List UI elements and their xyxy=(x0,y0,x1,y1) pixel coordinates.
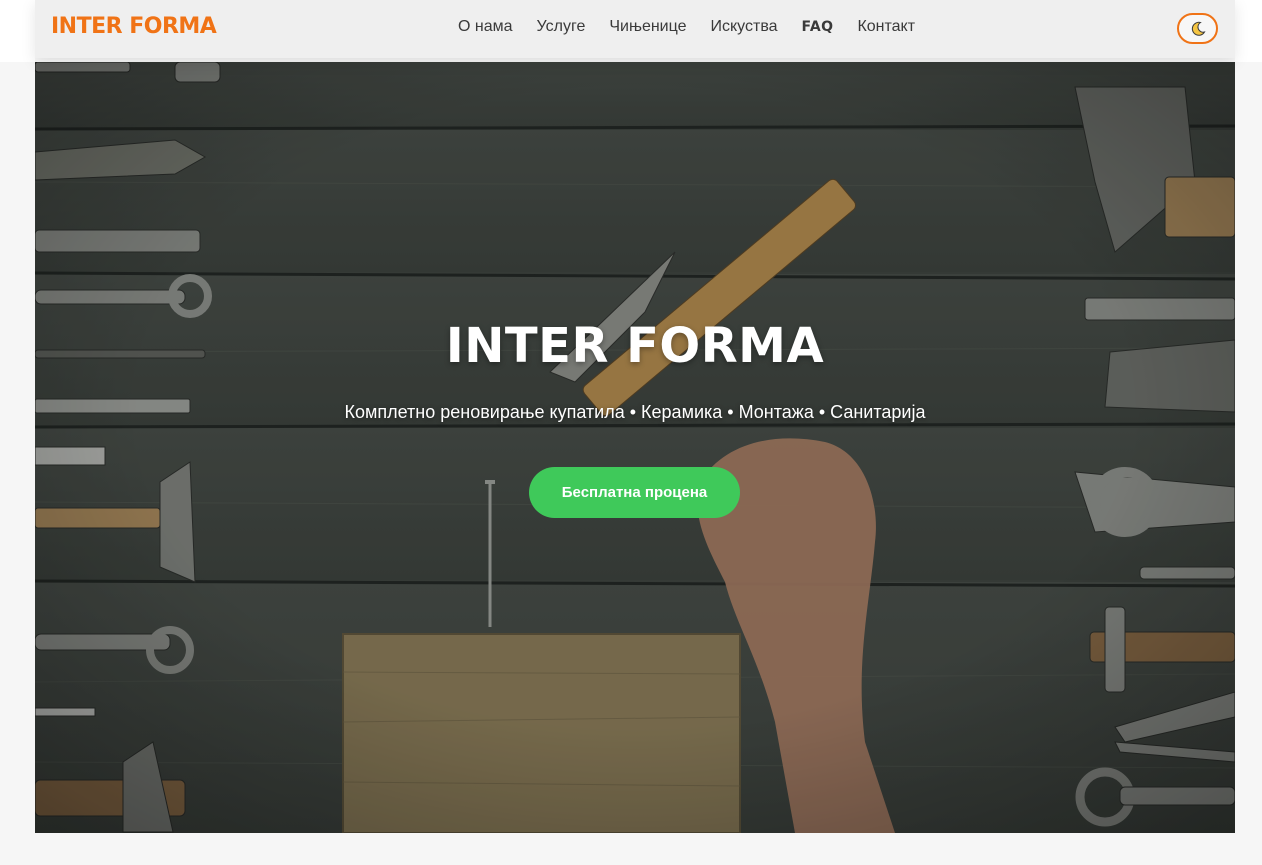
hero-section: INTER FORMA Комплетно реновирање купатил… xyxy=(35,62,1235,833)
theme-toggle-button[interactable] xyxy=(1177,13,1218,44)
hero-overlay xyxy=(35,62,1235,833)
site-header: INTER FORMA О нама Услуге Чињенице Искус… xyxy=(35,0,1235,58)
hero-title: INTER FORMA xyxy=(445,318,825,374)
nav-link-experiences[interactable]: Искуства xyxy=(711,18,778,36)
hero-subtitle: Комплетно реновирање купатила • Керамика… xyxy=(344,402,926,422)
moon-icon xyxy=(1191,21,1206,36)
nav-link-about[interactable]: О нама xyxy=(458,18,513,36)
header-left-strip xyxy=(0,0,35,62)
free-estimate-button[interactable]: Бесплатна процена xyxy=(529,467,740,518)
header-right-strip xyxy=(1235,0,1262,62)
main-nav: О нама Услуге Чињенице Искуства FAQ Конт… xyxy=(458,18,939,36)
nav-link-facts[interactable]: Чињенице xyxy=(609,18,686,36)
logo[interactable]: INTER FORMA xyxy=(51,14,217,39)
nav-link-contact[interactable]: Контакт xyxy=(857,18,915,36)
nav-link-services[interactable]: Услуге xyxy=(537,18,586,36)
nav-link-faq[interactable]: FAQ xyxy=(802,19,834,36)
